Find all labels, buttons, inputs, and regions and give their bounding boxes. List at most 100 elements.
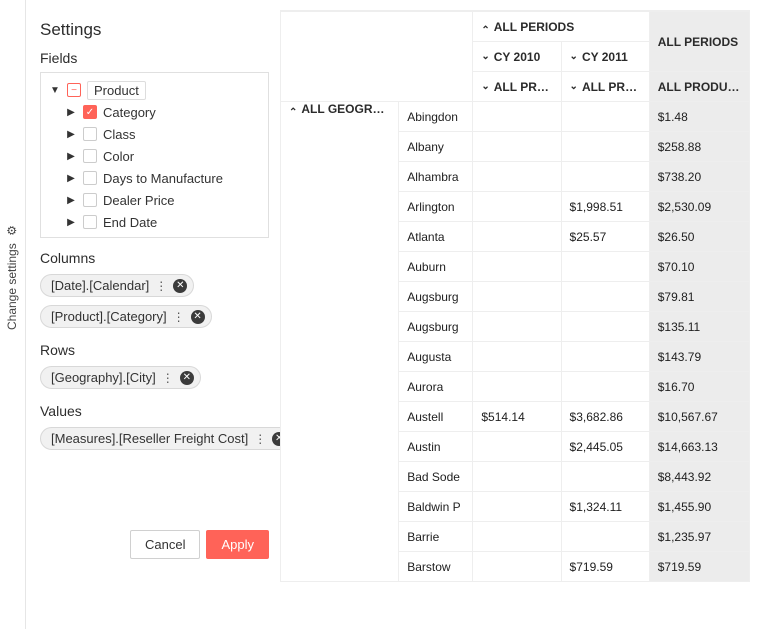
row-header-city[interactable]: Bad Sode — [399, 462, 473, 492]
cell-cy2010 — [473, 162, 561, 192]
checkbox-icon[interactable] — [83, 149, 97, 163]
caret-down-icon — [481, 80, 493, 94]
cell-cy2011 — [561, 342, 649, 372]
tree-item-days-to-manufacture[interactable]: Days to Manufacture — [45, 167, 264, 189]
kebab-icon[interactable]: ⋮ — [162, 371, 174, 385]
row-header-city[interactable]: Arlington — [399, 192, 473, 222]
cell-cy2010 — [473, 132, 561, 162]
checkbox-icon[interactable] — [83, 171, 97, 185]
tree-item-label: Color — [103, 149, 134, 164]
cell-cy2010 — [473, 522, 561, 552]
cell-total: $79.81 — [649, 282, 749, 312]
col-header-all-products-1[interactable]: ALL PRO… — [473, 72, 561, 102]
caret-down-icon[interactable] — [49, 85, 61, 96]
close-icon[interactable]: ✕ — [173, 279, 187, 293]
apply-button[interactable]: Apply — [206, 530, 269, 559]
tree-item-label: Category — [103, 105, 156, 120]
kebab-icon[interactable]: ⋮ — [155, 279, 167, 293]
close-icon[interactable]: ✕ — [191, 310, 205, 324]
caret-down-icon — [570, 50, 582, 64]
caret-up-icon — [481, 20, 493, 34]
cancel-button[interactable]: Cancel — [130, 530, 200, 559]
cell-total: $258.88 — [649, 132, 749, 162]
caret-right-icon[interactable] — [65, 151, 77, 162]
row-header-city[interactable]: Augsburg — [399, 282, 473, 312]
cell-cy2010 — [473, 462, 561, 492]
tree-item-category[interactable]: ✓ Category — [45, 101, 264, 123]
chip-label: [Measures].[Reseller Freight Cost] — [51, 431, 248, 446]
cell-cy2010 — [473, 552, 561, 582]
row-chip[interactable]: [Geography].[City]⋮✕ — [40, 366, 201, 389]
col-header-all-periods[interactable]: ALL PERIODS — [473, 12, 649, 42]
caret-right-icon[interactable] — [65, 217, 77, 228]
cell-cy2010 — [473, 192, 561, 222]
cell-cy2011: $25.57 — [561, 222, 649, 252]
cell-cy2011: $3,682.86 — [561, 402, 649, 432]
row-header-city[interactable]: Augusta — [399, 342, 473, 372]
caret-down-icon — [481, 50, 493, 64]
row-header-city[interactable]: Alhambra — [399, 162, 473, 192]
checkbox-icon[interactable]: ✓ — [83, 105, 97, 119]
row-header-city[interactable]: Austin — [399, 432, 473, 462]
cell-total: $1,235.97 — [649, 522, 749, 552]
kebab-icon[interactable]: ⋮ — [173, 310, 185, 324]
row-header-city[interactable]: Baldwin P — [399, 492, 473, 522]
column-chip[interactable]: [Product].[Category]⋮✕ — [40, 305, 212, 328]
row-header-all-geography[interactable]: ALL GEOGRA… — [281, 102, 399, 582]
chip-label: [Date].[Calendar] — [51, 278, 149, 293]
cell-cy2011 — [561, 522, 649, 552]
row-header-city[interactable]: Augsburg — [399, 312, 473, 342]
cell-cy2011: $1,998.51 — [561, 192, 649, 222]
cell-total: $10,567.67 — [649, 402, 749, 432]
fields-section-label: Fields — [40, 50, 269, 66]
row-header-city[interactable]: Auburn — [399, 252, 473, 282]
checkbox-icon[interactable] — [83, 193, 97, 207]
settings-tab-strip: Change settings ⚙ — [2, 0, 26, 629]
caret-right-icon[interactable] — [65, 195, 77, 206]
tree-item-label: Days to Manufacture — [103, 171, 223, 186]
row-header-city[interactable]: Barstow — [399, 552, 473, 582]
checkbox-icon[interactable] — [83, 215, 97, 229]
settings-buttons: Cancel Apply — [26, 530, 279, 559]
cell-cy2011 — [561, 132, 649, 162]
tree-item-end-date[interactable]: End Date — [45, 211, 264, 233]
column-chip[interactable]: [Date].[Calendar] ⋮ ✕ — [40, 274, 194, 297]
cell-cy2011 — [561, 312, 649, 342]
row-header-city[interactable]: Atlanta — [399, 222, 473, 252]
caret-down-icon — [570, 80, 582, 94]
change-settings-tab[interactable]: Change settings ⚙ — [5, 225, 19, 330]
tree-root-label: Product — [87, 81, 146, 100]
rows-section-label: Rows — [40, 342, 269, 358]
close-icon[interactable]: ✕ — [180, 371, 194, 385]
col-header-all-products-2[interactable]: ALL PRO… — [561, 72, 649, 102]
change-settings-label: Change settings — [5, 243, 19, 330]
tree-item-color[interactable]: Color — [45, 145, 264, 167]
indeterminate-checkbox-icon[interactable]: − — [67, 83, 81, 97]
row-header-city[interactable]: Albany — [399, 132, 473, 162]
cell-cy2010 — [473, 312, 561, 342]
cell-cy2011 — [561, 102, 649, 132]
tree-item-class[interactable]: Class — [45, 123, 264, 145]
caret-right-icon[interactable] — [65, 107, 77, 118]
row-header-city[interactable]: Barrie — [399, 522, 473, 552]
row-header-city[interactable]: Austell — [399, 402, 473, 432]
cell-cy2011: $2,445.05 — [561, 432, 649, 462]
value-chip[interactable]: [Measures].[Reseller Freight Cost]⋮✕ — [40, 427, 293, 450]
row-header-city[interactable]: Abingdon — [399, 102, 473, 132]
checkbox-icon[interactable] — [83, 127, 97, 141]
tree-item-dealer-price[interactable]: Dealer Price — [45, 189, 264, 211]
cell-cy2011: $719.59 — [561, 552, 649, 582]
cell-total: $8,443.92 — [649, 462, 749, 492]
kebab-icon[interactable]: ⋮ — [254, 432, 266, 446]
col-header-cy2010[interactable]: CY 2010 — [473, 42, 561, 72]
cell-cy2010: $514.14 — [473, 402, 561, 432]
row-header-city[interactable]: Aurora — [399, 372, 473, 402]
col-header-cy2011[interactable]: CY 2011 — [561, 42, 649, 72]
caret-right-icon[interactable] — [65, 129, 77, 140]
cell-total: $143.79 — [649, 342, 749, 372]
cell-cy2010 — [473, 432, 561, 462]
tree-root-product[interactable]: − Product — [45, 79, 264, 101]
settings-panel: Settings Fields − Product ✓CategoryClass… — [26, 10, 279, 570]
caret-right-icon[interactable] — [65, 173, 77, 184]
cell-cy2011 — [561, 282, 649, 312]
